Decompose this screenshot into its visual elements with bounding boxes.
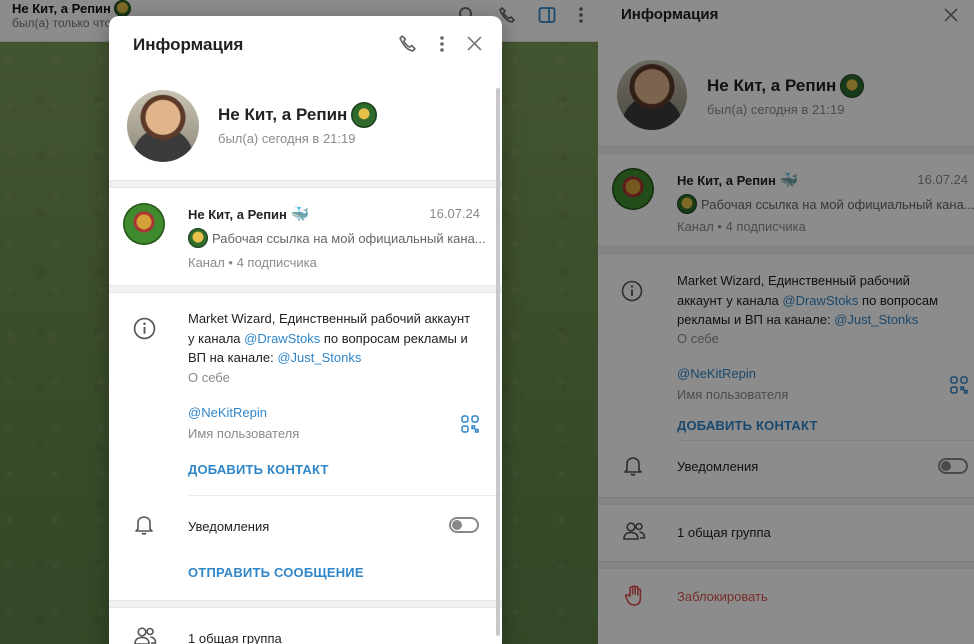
- channel-meta: Канал • 4 подписчика: [188, 255, 317, 270]
- emoji-status-icon: [351, 102, 378, 128]
- notifications-label[interactable]: Уведомления: [188, 519, 269, 534]
- notifications-section: Уведомления ОТПРАВИТЬ СООБЩЕНИЕ: [109, 496, 502, 600]
- message-emoji-icon: [188, 228, 208, 248]
- info-icon: [133, 317, 156, 340]
- modal-title: Информация: [133, 35, 244, 54]
- whale-icon: 🐳: [290, 206, 310, 223]
- channel-name: Не Кит, а Репин 🐳: [188, 206, 310, 223]
- add-contact-button[interactable]: ДОБАВИТЬ КОНТАКТ: [188, 462, 329, 477]
- group-icon: [133, 626, 157, 644]
- separator: [109, 285, 502, 293]
- more-icon[interactable]: [439, 35, 445, 53]
- profile-section: Не Кит, а Репин был(а) сегодня в 21:19: [109, 74, 502, 180]
- send-message-button[interactable]: ОТПРАВИТЬ СООБЩЕНИЕ: [188, 565, 364, 580]
- modal-scrollbar[interactable]: [496, 88, 500, 636]
- channel-date: 16.07.24: [429, 206, 480, 221]
- avatar[interactable]: [127, 90, 199, 162]
- phone-icon[interactable]: [398, 34, 417, 53]
- groups-label: 1 общая группа: [188, 631, 282, 644]
- side-panel-shade: [598, 0, 974, 644]
- username-label: Имя пользователя: [188, 426, 300, 441]
- profile-status: был(а) сегодня в 21:19: [218, 131, 356, 146]
- channel-last-message: Рабочая ссылка на мой официальный кана..…: [188, 228, 486, 248]
- channel-item[interactable]: Не Кит, а Репин 🐳 16.07.24 Рабочая ссылк…: [109, 188, 502, 285]
- bell-icon: [134, 514, 154, 536]
- about-label: О себе: [188, 370, 230, 385]
- drawstoks-link[interactable]: @DrawStoks: [244, 331, 320, 346]
- username-value[interactable]: @NeKitRepin: [188, 405, 267, 420]
- separator: [109, 180, 502, 188]
- channel-avatar: [123, 203, 165, 245]
- groups-row[interactable]: 1 общая группа: [109, 608, 502, 644]
- just-stonks-link[interactable]: @Just_Stonks: [277, 350, 361, 365]
- modal-header: Информация: [109, 16, 502, 74]
- profile-name: Не Кит, а Репин: [218, 102, 378, 128]
- separator: [109, 600, 502, 608]
- notifications-toggle[interactable]: [449, 517, 479, 533]
- about-text: Market Wizard, Единственный рабочий акка…: [188, 311, 471, 365]
- close-icon[interactable]: [467, 36, 482, 51]
- qr-icon[interactable]: [461, 415, 479, 433]
- info-modal: Информация Не Кит, а Репин был(а) сегодн…: [109, 16, 502, 644]
